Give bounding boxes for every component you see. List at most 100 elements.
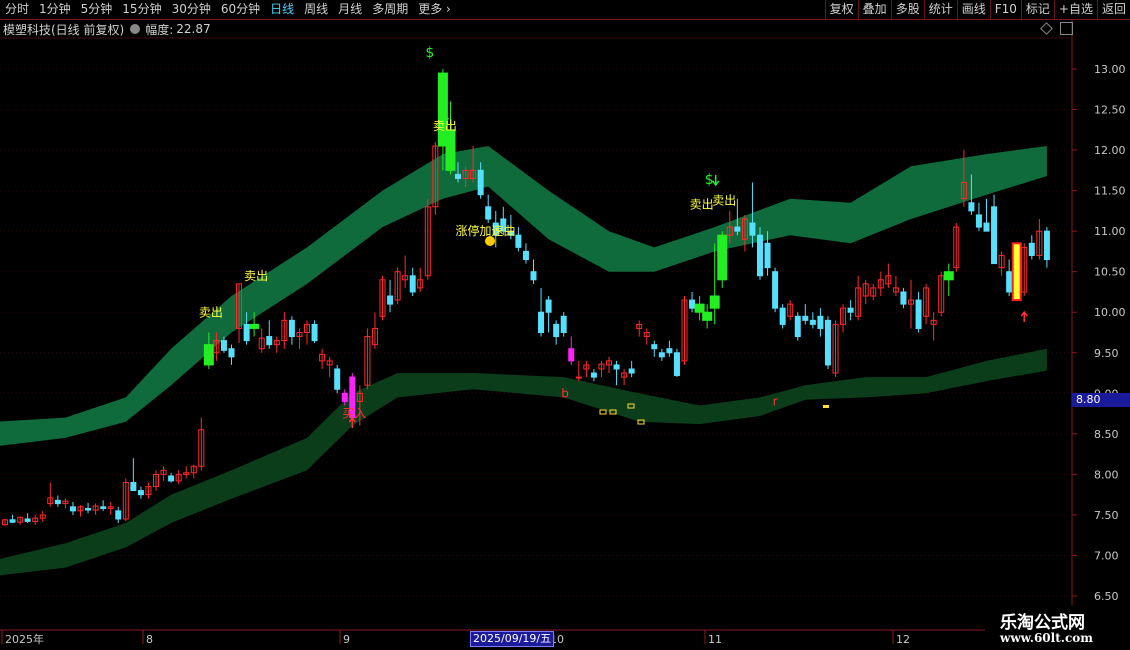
date-cursor-label: 2025/09/19/五	[470, 631, 555, 647]
candle-body	[709, 295, 720, 309]
signal-label: 卖出	[199, 305, 223, 319]
candle-body	[530, 271, 537, 281]
arrow-icon	[1020, 310, 1028, 322]
candle-body	[334, 368, 341, 390]
candle-body	[794, 315, 801, 338]
period-tab[interactable]: 5分钟	[76, 0, 118, 19]
candle-body	[243, 323, 250, 342]
candle-body	[553, 323, 560, 338]
candle-body	[734, 226, 741, 232]
candle-body	[943, 271, 954, 281]
price-chart[interactable]: 卖出卖出买入卖出涨停加速曲卖出卖出$$br 6.507.007.508.008.…	[0, 0, 1130, 650]
stock-title: 模塑科技(日线 前复权)	[3, 22, 125, 37]
signal-label: $	[705, 172, 714, 188]
x-tick-label: 11	[708, 633, 722, 646]
period-tab[interactable]: 30分钟	[167, 0, 216, 19]
candle-body	[266, 336, 273, 346]
channel-bands	[0, 146, 1047, 576]
candle-body	[203, 344, 214, 366]
candle-body	[568, 348, 575, 362]
candle-body	[228, 348, 235, 358]
signal-label: 卖出	[712, 193, 736, 207]
watermark-title: 乐淘公式网	[1000, 613, 1085, 633]
x-tick-label: 8	[146, 633, 153, 646]
candle-body	[311, 323, 318, 342]
candle-body	[409, 275, 416, 293]
candle-body	[702, 311, 713, 321]
info-bar: 模塑科技(日线 前复权) 幅度: 22.87	[0, 20, 211, 38]
y-tick-label: 10.50	[1094, 266, 1126, 279]
period-tab[interactable]: 周线	[299, 0, 333, 19]
toolbar-button[interactable]: 标记	[1020, 0, 1054, 19]
candle-body	[968, 202, 975, 212]
x-tick-label: 12	[896, 633, 910, 646]
amplitude-value: 22.87	[176, 22, 211, 36]
panel-toggle-icon[interactable]	[1060, 22, 1073, 35]
candle-body	[983, 222, 990, 232]
candle-body	[1043, 230, 1050, 261]
candle-body	[628, 368, 635, 374]
period-tab[interactable]: 15分钟	[117, 0, 166, 19]
toolbar-button[interactable]: 多股	[890, 0, 924, 19]
period-tab[interactable]: 60分钟	[216, 0, 265, 19]
toolbar-button[interactable]: 叠加	[857, 0, 891, 19]
candle-body	[477, 169, 484, 196]
candle-body	[809, 319, 816, 325]
toolbar-button[interactable]: 画线	[956, 0, 990, 19]
candle-body	[694, 303, 705, 313]
dropdown-icon[interactable]	[130, 24, 141, 34]
candle-body	[485, 206, 492, 220]
candle-body	[613, 364, 620, 370]
toolbar-button[interactable]: 统计	[923, 0, 957, 19]
candle-body	[991, 206, 998, 265]
candle-body	[24, 518, 31, 522]
candle-body	[651, 344, 658, 350]
period-tab[interactable]: 日线	[265, 0, 299, 19]
y-tick-label: 10.00	[1094, 306, 1126, 319]
candle-body	[445, 129, 456, 171]
toolbar-button[interactable]: +自选	[1053, 0, 1097, 19]
candle-body	[1028, 242, 1035, 256]
candle-body	[538, 311, 545, 334]
candle-body	[220, 340, 227, 351]
period-tab[interactable]: 更多 ›	[413, 0, 456, 19]
candle-body	[249, 323, 260, 329]
x-tick-label: 2025年	[5, 632, 44, 646]
candle-body	[915, 299, 922, 329]
upper-band	[0, 146, 1047, 446]
signal-label: 卖出	[690, 197, 714, 211]
candle-body	[689, 299, 696, 309]
x-tick-label: 9	[343, 633, 350, 646]
candle-body	[545, 299, 552, 313]
signal-label: 涨停加速曲	[456, 223, 516, 238]
period-tab[interactable]: 月线	[333, 0, 367, 19]
toolbar-button[interactable]: F10	[989, 0, 1021, 19]
y-tick-label: 8.50	[1094, 428, 1119, 441]
highlight-candle	[1011, 242, 1022, 302]
candle-body	[168, 475, 175, 482]
candle-body	[341, 392, 348, 402]
y-tick-label: 12.50	[1094, 104, 1126, 117]
candle-body	[817, 315, 824, 329]
marker-box	[823, 405, 829, 408]
signal-label: 卖出	[244, 269, 268, 283]
candle-body	[658, 352, 665, 358]
candle-body	[115, 510, 122, 520]
candle-body	[575, 376, 582, 379]
candle-body	[975, 214, 982, 228]
candle-body	[9, 519, 16, 523]
candle-body	[802, 315, 809, 321]
period-toolbar: 分时 1分钟 5分钟 15分钟 30分钟 60分钟 日线 周线 月线 多周期 更多 › 复权 叠加 多股…	[0, 0, 1130, 20]
candle-body	[666, 348, 673, 354]
period-tab[interactable]: 多周期	[367, 0, 413, 19]
signal-label: b	[561, 386, 569, 400]
y-tick-label: 8.00	[1094, 468, 1119, 481]
period-tab[interactable]: 1分钟	[34, 0, 76, 19]
candle-body	[69, 506, 76, 512]
candle-body	[1006, 271, 1013, 293]
watermark-url: www.60lt.com	[1000, 631, 1093, 645]
toolbar-button[interactable]: 返回	[1096, 0, 1130, 19]
candle-body	[515, 234, 522, 248]
toolbar-button[interactable]: 复权	[824, 0, 858, 19]
period-tab[interactable]: 分时	[0, 0, 34, 19]
